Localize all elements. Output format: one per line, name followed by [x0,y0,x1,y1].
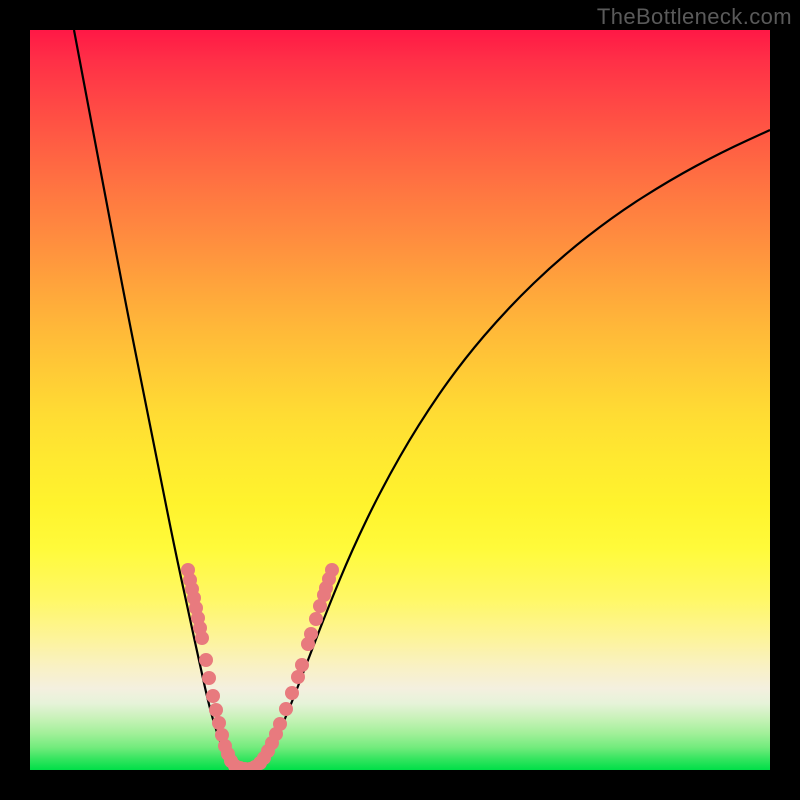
data-dot [295,658,309,672]
bottleneck-curve [74,30,770,769]
watermark-text: TheBottleneck.com [597,4,792,30]
data-dot [309,612,323,626]
data-dot [325,563,339,577]
chart-svg [30,30,770,770]
data-dots [181,563,339,770]
data-dot [279,702,293,716]
data-dot [212,716,226,730]
data-dot [206,689,220,703]
data-dot [291,670,305,684]
data-dot [195,631,209,645]
data-dot [273,717,287,731]
data-dot [304,627,318,641]
data-dot [285,686,299,700]
data-dot [209,703,223,717]
plot-area [30,30,770,770]
data-dot [199,653,213,667]
data-dot [202,671,216,685]
